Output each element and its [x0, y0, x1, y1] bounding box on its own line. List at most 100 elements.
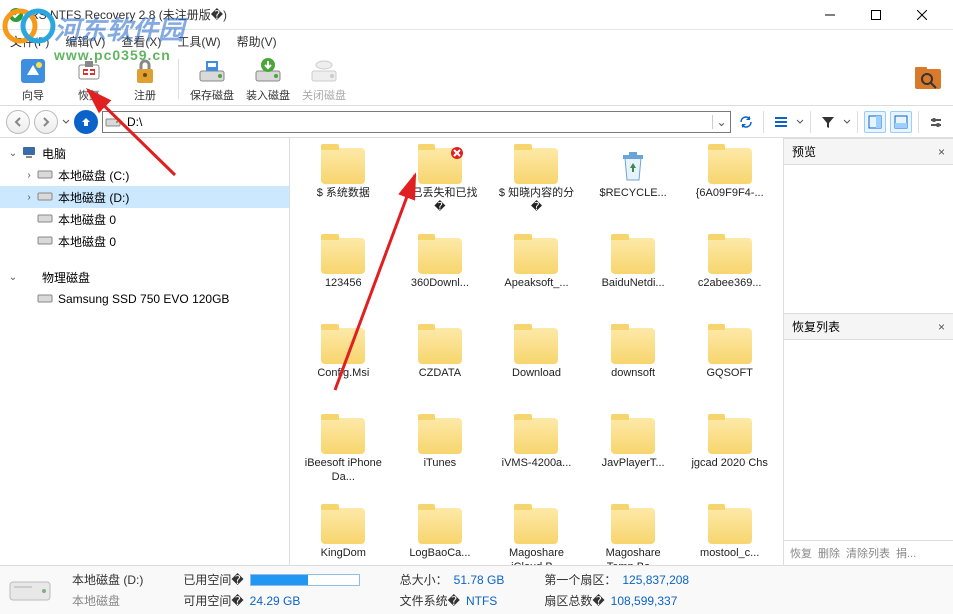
view-list-button[interactable]: [770, 111, 792, 133]
folder-item[interactable]: JavPlayerT...: [586, 418, 681, 498]
toolbar-separator: [178, 59, 179, 99]
folder-label: JavPlayerT...: [602, 456, 665, 470]
folder-label: $ 系统数据: [317, 186, 370, 200]
delete-action[interactable]: 删除: [818, 545, 840, 561]
folder-item[interactable]: jgcad 2020 Chs: [682, 418, 777, 498]
tree-physical[interactable]: ⌄ 物理磁盘: [0, 266, 289, 288]
folder-label: c2abee369...: [698, 276, 762, 290]
folder-item[interactable]: LogBaoCa...: [393, 508, 488, 565]
preview-header: 预览 ×: [784, 138, 953, 165]
folder-item[interactable]: BaiduNetdi...: [586, 238, 681, 318]
nav-history-dropdown[interactable]: [62, 118, 70, 126]
address-dropdown[interactable]: ⌄: [712, 115, 730, 129]
deleted-badge-icon: [450, 146, 464, 160]
menu-file[interactable]: 文件(F): [4, 31, 55, 52]
recover-pane-button[interactable]: [890, 111, 912, 133]
menu-help[interactable]: 帮助(V): [231, 31, 283, 52]
folder-label: iBeesoft iPhone Da...: [303, 456, 383, 484]
folder-item[interactable]: iTunes: [393, 418, 488, 498]
view-dropdown[interactable]: [796, 118, 804, 126]
minimize-button[interactable]: [807, 0, 853, 30]
menu-tools[interactable]: 工具(W): [171, 31, 226, 52]
folder-item[interactable]: Apeaksoft_...: [489, 238, 584, 318]
tree-drive-0b[interactable]: 本地磁盘 0: [0, 230, 289, 252]
close-disk-button: 关闭磁盘: [297, 53, 351, 105]
save-disk-button[interactable]: 保存磁盘: [185, 53, 239, 105]
folder-item[interactable]: c2abee369...: [682, 238, 777, 318]
close-button[interactable]: [899, 0, 945, 30]
tree-ssd[interactable]: Samsung SSD 750 EVO 120GB: [0, 288, 289, 310]
folder-item[interactable]: $ 知晓内容的分�: [489, 148, 584, 228]
folder-item[interactable]: iVMS-4200a...: [489, 418, 584, 498]
preview-title: 预览: [792, 143, 816, 160]
status-total-sectors-label: 扇区总数�: [544, 592, 604, 609]
mount-disk-button[interactable]: 装入磁盘: [241, 53, 295, 105]
folder-item[interactable]: $ 系统数据: [296, 148, 391, 228]
register-button[interactable]: 注册: [118, 53, 172, 105]
folder-item[interactable]: KingDom: [296, 508, 391, 565]
nav-forward-button[interactable]: [34, 110, 58, 134]
folder-item[interactable]: GQSOFT: [682, 328, 777, 408]
folder-label: downsoft: [611, 366, 655, 380]
folder-item[interactable]: mostool_c...: [682, 508, 777, 565]
recover-action[interactable]: 恢复: [790, 545, 812, 561]
nav-up-button[interactable]: [74, 110, 98, 134]
folder-item[interactable]: $ 已丢失和已找�: [393, 148, 488, 228]
preview-close-icon[interactable]: ×: [938, 145, 945, 159]
preview-pane-button[interactable]: [864, 111, 886, 133]
folder-item[interactable]: {6A09F9F4-...: [682, 148, 777, 228]
recover-list-close-icon[interactable]: ×: [938, 320, 945, 334]
status-first-sector-value: 125,837,208: [622, 573, 689, 587]
folder-item[interactable]: 123456: [296, 238, 391, 318]
folder-item[interactable]: $RECYCLE...: [586, 148, 681, 228]
folder-item[interactable]: Magoshare Temp Ba...: [586, 508, 681, 565]
folder-item[interactable]: downsoft: [586, 328, 681, 408]
folder-item[interactable]: 360Downl...: [393, 238, 488, 318]
drive-icon: [103, 116, 123, 128]
folder-label: KingDom: [321, 546, 366, 560]
donate-action[interactable]: 捐...: [896, 545, 916, 561]
nav-back-button[interactable]: [6, 110, 30, 134]
folder-item[interactable]: CZDATA: [393, 328, 488, 408]
maximize-button[interactable]: [853, 0, 899, 30]
recover-list-body: [784, 340, 953, 540]
folder-label: $ 已丢失和已找�: [400, 186, 480, 214]
tree-drive-c[interactable]: › 本地磁盘 (C:): [0, 164, 289, 186]
folder-label: iTunes: [424, 456, 457, 470]
tree-computer[interactable]: ⌄ 电脑: [0, 142, 289, 164]
folder-label: 360Downl...: [411, 276, 469, 290]
folder-label: jgcad 2020 Chs: [691, 456, 767, 470]
status-total-value: 51.78 GB: [454, 573, 505, 587]
folder-item[interactable]: Config.Msi: [296, 328, 391, 408]
folder-item[interactable]: Magoshare iCloud B...: [489, 508, 584, 565]
tree-panel: ⌄ 电脑 › 本地磁盘 (C:) › 本地磁盘 (D:) 本地磁盘 0 本地磁盘…: [0, 138, 290, 565]
app-icon: [8, 7, 24, 23]
filter-dropdown[interactable]: [843, 118, 851, 126]
clear-list-action[interactable]: 清除列表: [846, 545, 890, 561]
status-free-value: 24.29 GB: [250, 594, 301, 608]
status-fs-value: NTFS: [466, 594, 497, 608]
preview-body: [784, 165, 953, 313]
tree-drive-0a[interactable]: 本地磁盘 0: [0, 208, 289, 230]
recover-list-title: 恢复列表: [792, 318, 840, 335]
status-drive-icon: [8, 574, 52, 606]
folder-label: Magoshare iCloud B...: [496, 546, 576, 565]
tree-drive-d[interactable]: › 本地磁盘 (D:): [0, 186, 289, 208]
folder-item[interactable]: iBeesoft iPhone Da...: [296, 418, 391, 498]
filter-button[interactable]: [817, 111, 839, 133]
folder-label: Config.Msi: [317, 366, 369, 380]
folder-search-icon[interactable]: [911, 61, 947, 97]
options-button[interactable]: [925, 111, 947, 133]
refresh-button[interactable]: [735, 111, 757, 133]
recover-button[interactable]: 恢复: [62, 53, 116, 105]
menu-view[interactable]: 查看(X): [115, 31, 167, 52]
folder-item[interactable]: Download: [489, 328, 584, 408]
folder-label: Magoshare Temp Ba...: [593, 546, 673, 565]
recover-list-header: 恢复列表 ×: [784, 313, 953, 340]
address-field[interactable]: D:\ ⌄: [102, 111, 731, 133]
wizard-button[interactable]: 向导: [6, 53, 60, 105]
menu-edit[interactable]: 编辑(V): [59, 31, 111, 52]
folder-label: CZDATA: [419, 366, 461, 380]
folder-label: iVMS-4200a...: [502, 456, 572, 470]
status-drive-label: 本地磁盘 (D:): [72, 571, 143, 588]
